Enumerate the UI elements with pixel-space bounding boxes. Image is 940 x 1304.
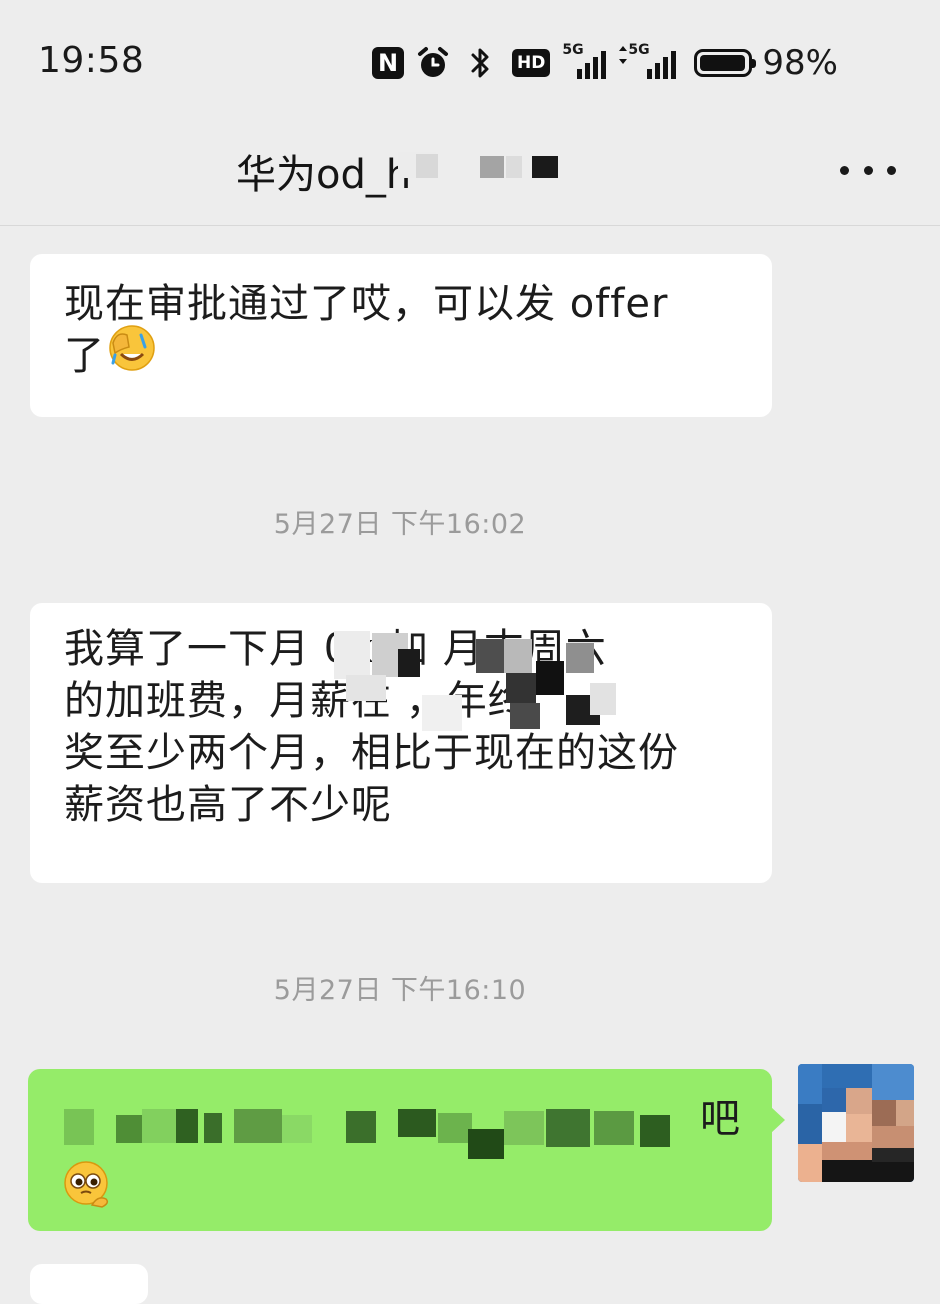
battery-fill xyxy=(700,55,746,71)
status-bar: 19:58 N HD 5G 5G 98% xyxy=(0,0,940,120)
status-icons: N HD 5G 5G 98% xyxy=(372,40,838,86)
avatar[interactable] xyxy=(798,1064,914,1182)
alarm-icon xyxy=(416,42,450,84)
incoming-message[interactable]: 我算了一下月 0k 加 月末周六 的加班费，月薪在 ，年终 奖至少两个月，相比于… xyxy=(30,603,772,883)
chat-header: 华为od_h xyxy=(0,120,940,226)
status-time: 19:58 xyxy=(38,40,145,81)
timestamp: 5月27日 下午16:02 xyxy=(273,509,527,540)
message-text: 吧 xyxy=(700,1096,741,1142)
incoming-message-partial[interactable] xyxy=(30,1264,148,1304)
facepalm-laugh-emoji xyxy=(107,323,157,386)
chat-title: 华为od_h xyxy=(236,152,412,198)
pleading-thinking-emoji xyxy=(62,1159,114,1224)
hd-voice-icon: HD xyxy=(512,42,551,84)
more-options-button[interactable] xyxy=(840,150,896,190)
battery-icon xyxy=(694,42,757,84)
nfc-icon: N xyxy=(372,42,404,84)
signal-5g-data-icon: 5G xyxy=(618,43,677,81)
timestamp: 5月27日 下午16:10 xyxy=(273,975,527,1006)
signal-5g-icon: 5G xyxy=(562,43,607,81)
more-dots-icon xyxy=(840,165,849,175)
bluetooth-icon xyxy=(470,42,492,84)
outgoing-message[interactable]: 吧 xyxy=(28,1069,785,1231)
battery-percent: 98% xyxy=(762,43,838,83)
incoming-message[interactable]: 现在审批通过了哎，可以发 offer 了 xyxy=(30,254,772,417)
